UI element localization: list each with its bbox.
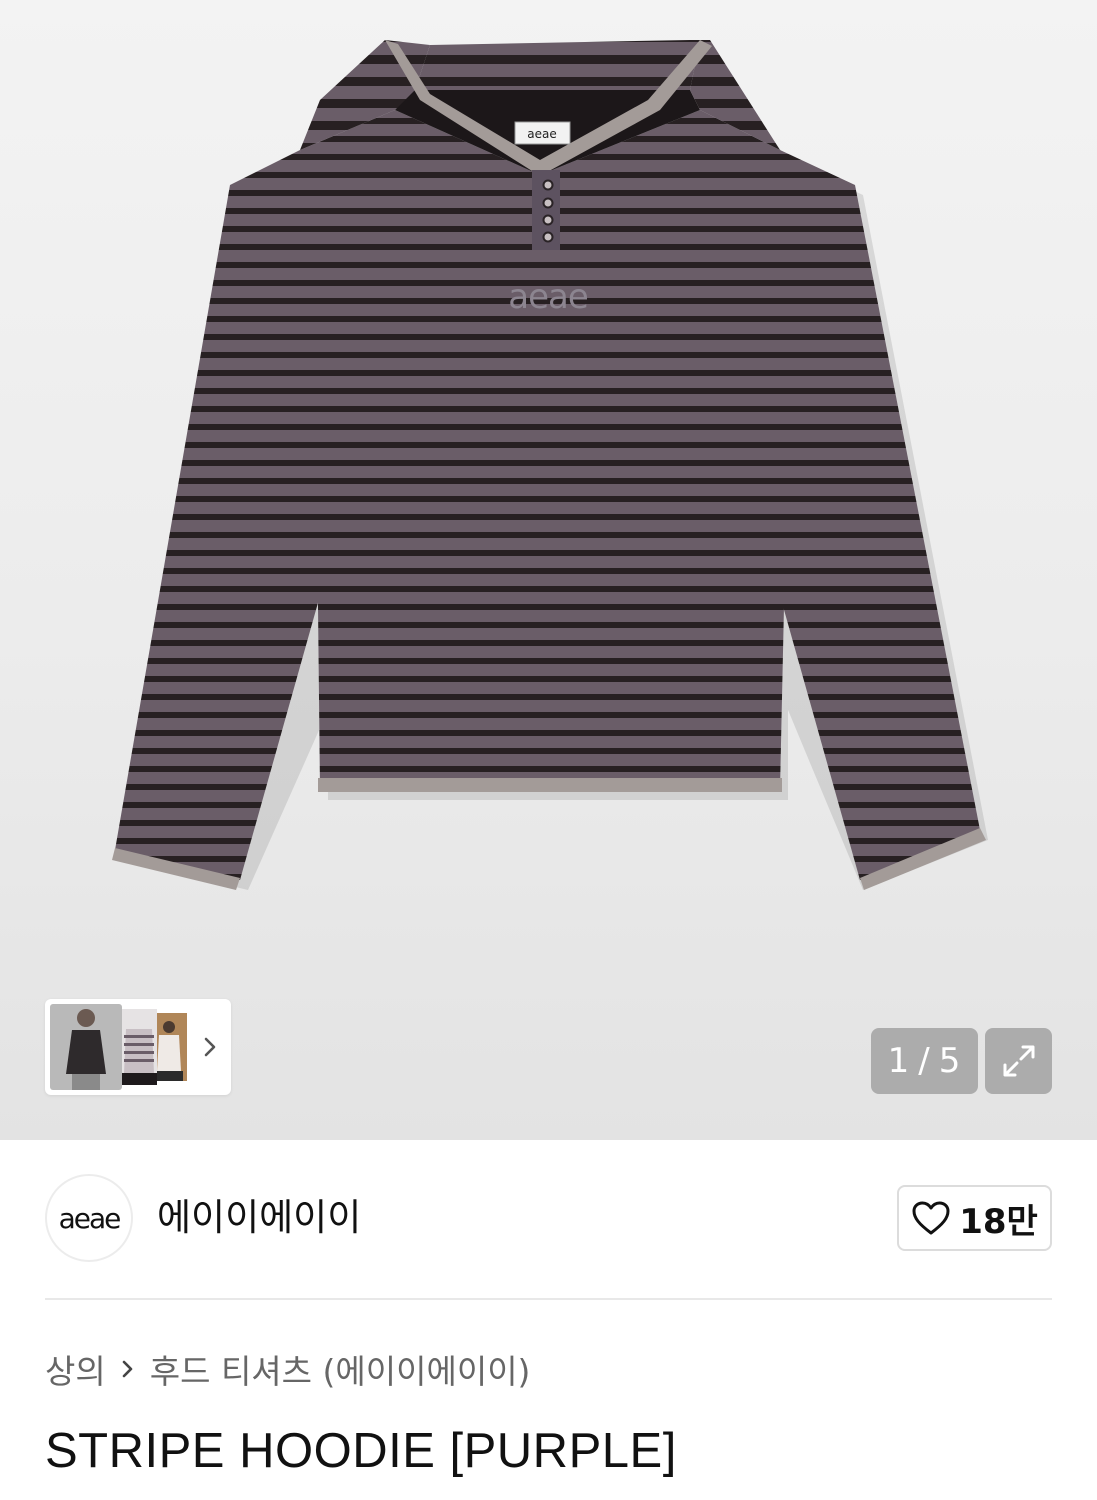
counter-separator: / [918,1041,931,1081]
chevron-right-icon[interactable] [197,1033,223,1061]
like-button[interactable]: 18만 [897,1185,1052,1251]
brand-row: aeae 에이이에이이 18만 [45,1174,1052,1264]
thumbnail-strip[interactable] [45,999,231,1095]
thumbnail-model-front[interactable] [50,1004,122,1090]
thumbnail-model-side[interactable] [122,1009,157,1085]
tag-text: aeae [527,127,556,141]
product-image: aeae aeae [112,40,988,890]
brand-logo[interactable]: aeae [45,1174,133,1262]
chest-print: aeae [508,277,588,317]
product-title: STRIPE HOODIE [PURPLE] [45,1424,677,1478]
image-counter: 1 / 5 [871,1028,978,1094]
breadcrumb-subcategory[interactable]: 후드 티셔츠 (에이이에이이) [150,1345,531,1393]
divider [45,1298,1052,1300]
product-gallery[interactable]: aeae aeae 1 / 5 [0,0,1097,1140]
breadcrumb-category[interactable]: 상의 [45,1345,106,1393]
counter-current: 1 [887,1041,911,1081]
expand-icon [1003,1045,1034,1077]
heart-outline-icon [912,1201,950,1235]
chevron-right-icon [118,1357,138,1381]
brand-logo-text: aeae [58,1201,122,1235]
counter-total: 5 [938,1041,962,1081]
breadcrumb: 상의 후드 티셔츠 (에이이에이이) [45,1345,530,1393]
like-count: 18만 [959,1201,1038,1242]
brand-name[interactable]: 에이이에이이 [157,1194,361,1242]
thumbnail-model-back[interactable] [157,1013,187,1081]
expand-button[interactable] [985,1028,1052,1094]
